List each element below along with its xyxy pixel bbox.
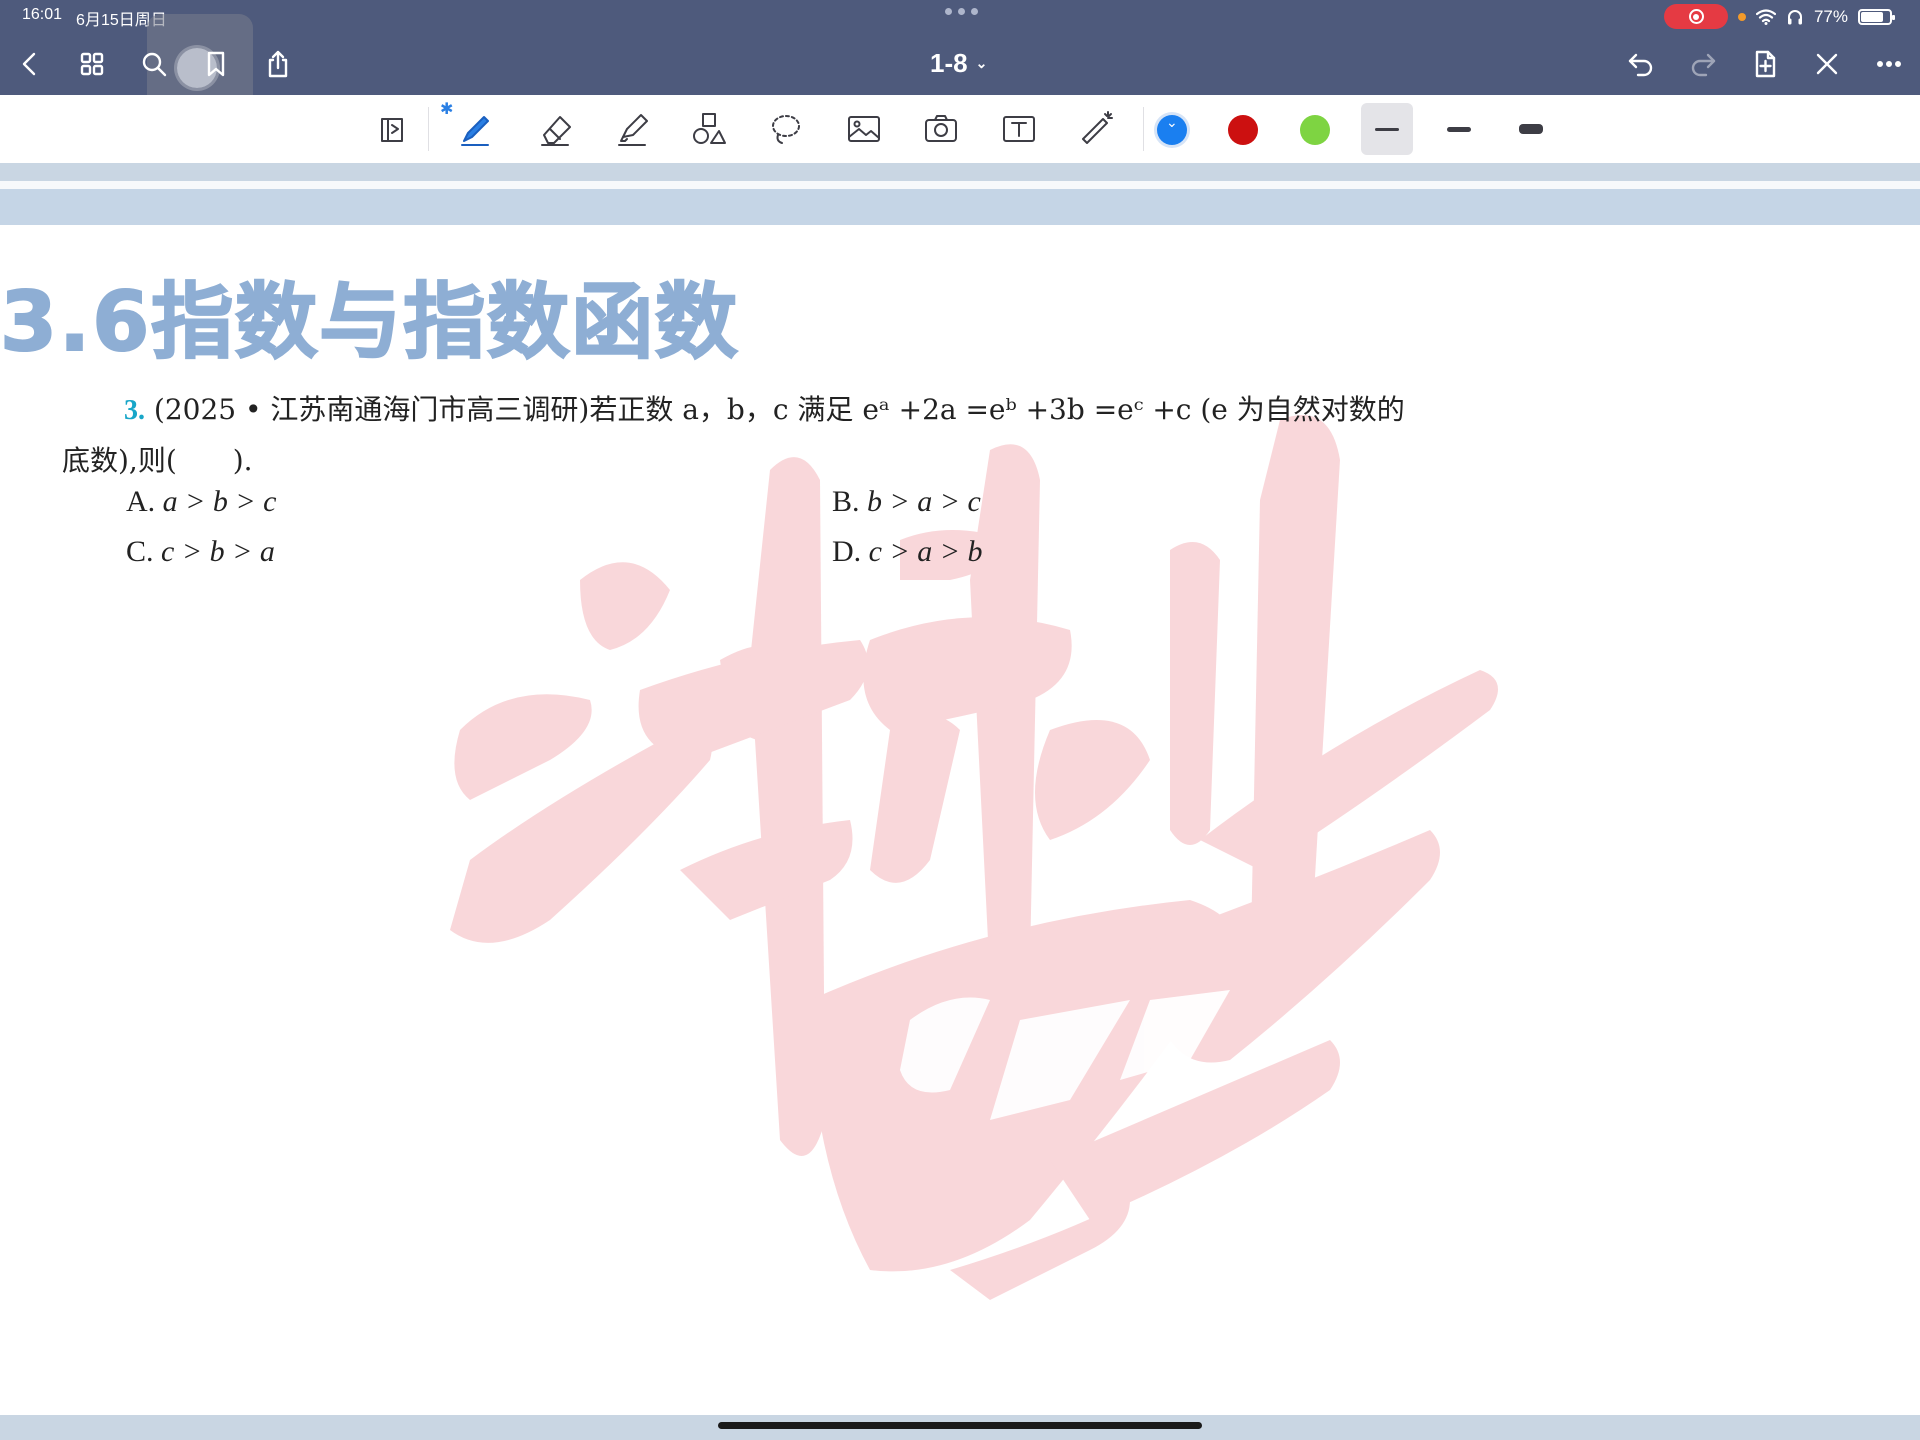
option-label: B. (832, 485, 860, 518)
page-range-selector[interactable]: 1-8 ⌄ (930, 48, 987, 79)
read-mode-icon[interactable] (368, 105, 420, 153)
status-bar-left: 16:01 6月15日周日 (22, 6, 167, 30)
camera-tool-icon[interactable] (915, 105, 967, 153)
undo-icon[interactable] (1622, 45, 1660, 83)
option-label: A. (126, 485, 156, 518)
stroke-width-thin[interactable] (1361, 103, 1413, 155)
headphones-icon (1787, 9, 1802, 24)
add-page-icon[interactable] (1746, 45, 1784, 83)
multitask-dots-icon[interactable] (945, 8, 978, 15)
stroke-width-medium[interactable] (1433, 103, 1485, 155)
image-tool-icon[interactable] (838, 105, 890, 153)
page-range-label: 1-8 (930, 48, 968, 78)
document-page[interactable]: 3.6指数与指数函数 3. (2025 • 江苏南通海门市高三调研)若正数 a，… (0, 225, 1920, 1415)
close-pen-icon[interactable] (1808, 45, 1846, 83)
option-label: C. (126, 535, 154, 568)
lasso-tool-icon[interactable] (760, 105, 812, 153)
question-line-2: 底数),则( ). (62, 444, 253, 477)
toolbar-divider (428, 107, 429, 151)
question-block: 3. (2025 • 江苏南通海门市高三调研)若正数 a，b，c 满足 eᵃ +… (62, 385, 1522, 486)
option-c: C. c > b > a (126, 535, 275, 569)
laser-pointer-icon[interactable] (1071, 105, 1123, 153)
color-swatch-red[interactable] (1228, 115, 1258, 145)
text-tool-icon[interactable] (993, 105, 1045, 153)
question-number: 3. (124, 395, 145, 426)
battery-icon (1858, 8, 1895, 25)
eraser-tool-icon[interactable] (530, 105, 582, 153)
question-text: (2025 • 江苏南通海门市高三调研)若正数 a，b，c 满足 eᵃ +2a … (153, 393, 1405, 426)
option-b: B. b > a > c (832, 485, 981, 519)
chevron-down-icon: ⌄ (975, 55, 988, 71)
color-swatch-green[interactable] (1300, 115, 1330, 145)
previous-page-edge (0, 181, 1920, 189)
drawing-toolbar: ✱ (0, 95, 1920, 163)
option-text: c > a > b (868, 535, 983, 568)
bookmark-icon[interactable] (197, 45, 235, 83)
option-text: b > a > c (867, 485, 981, 518)
question-line-1: 3. (2025 • 江苏南通海门市高三调研)若正数 a，b，c 满足 eᵃ +… (62, 385, 1522, 436)
share-icon[interactable] (259, 45, 297, 83)
option-d: D. c > a > b (832, 535, 982, 569)
search-icon[interactable] (135, 45, 173, 83)
wifi-icon (1755, 8, 1776, 25)
page-gap (0, 163, 1920, 181)
option-text: a > b > c (162, 485, 277, 518)
shapes-tool-icon[interactable] (683, 105, 735, 153)
back-icon[interactable] (11, 45, 49, 83)
status-bar-right: 77% (1663, 4, 1895, 29)
section-heading: 3.6指数与指数函数 (0, 274, 740, 371)
page-header-band (0, 189, 1920, 225)
stroke-width-thick[interactable] (1505, 103, 1557, 155)
home-indicator[interactable] (718, 1422, 1202, 1429)
more-icon[interactable] (1870, 45, 1908, 83)
option-text: c > b > a (161, 535, 275, 568)
watermark-logo (450, 415, 1498, 1300)
grid-view-icon[interactable] (73, 45, 111, 83)
pen-tool-icon[interactable] (450, 105, 502, 153)
toolbar-divider (1143, 107, 1144, 151)
option-label: D. (832, 535, 862, 568)
mic-indicator-icon (1737, 12, 1746, 21)
screen-recording-icon[interactable] (1663, 4, 1728, 29)
top-bar: 16:01 6月15日周日 77% 1-8 ⌄ (0, 0, 1920, 120)
redo-icon[interactable] (1684, 45, 1722, 83)
status-time: 16:01 (22, 6, 63, 23)
option-a: A. a > b > c (126, 485, 276, 519)
color-swatch-blue[interactable] (1157, 115, 1187, 145)
battery-percent: 77% (1813, 6, 1848, 26)
highlighter-tool-icon[interactable] (607, 105, 659, 153)
